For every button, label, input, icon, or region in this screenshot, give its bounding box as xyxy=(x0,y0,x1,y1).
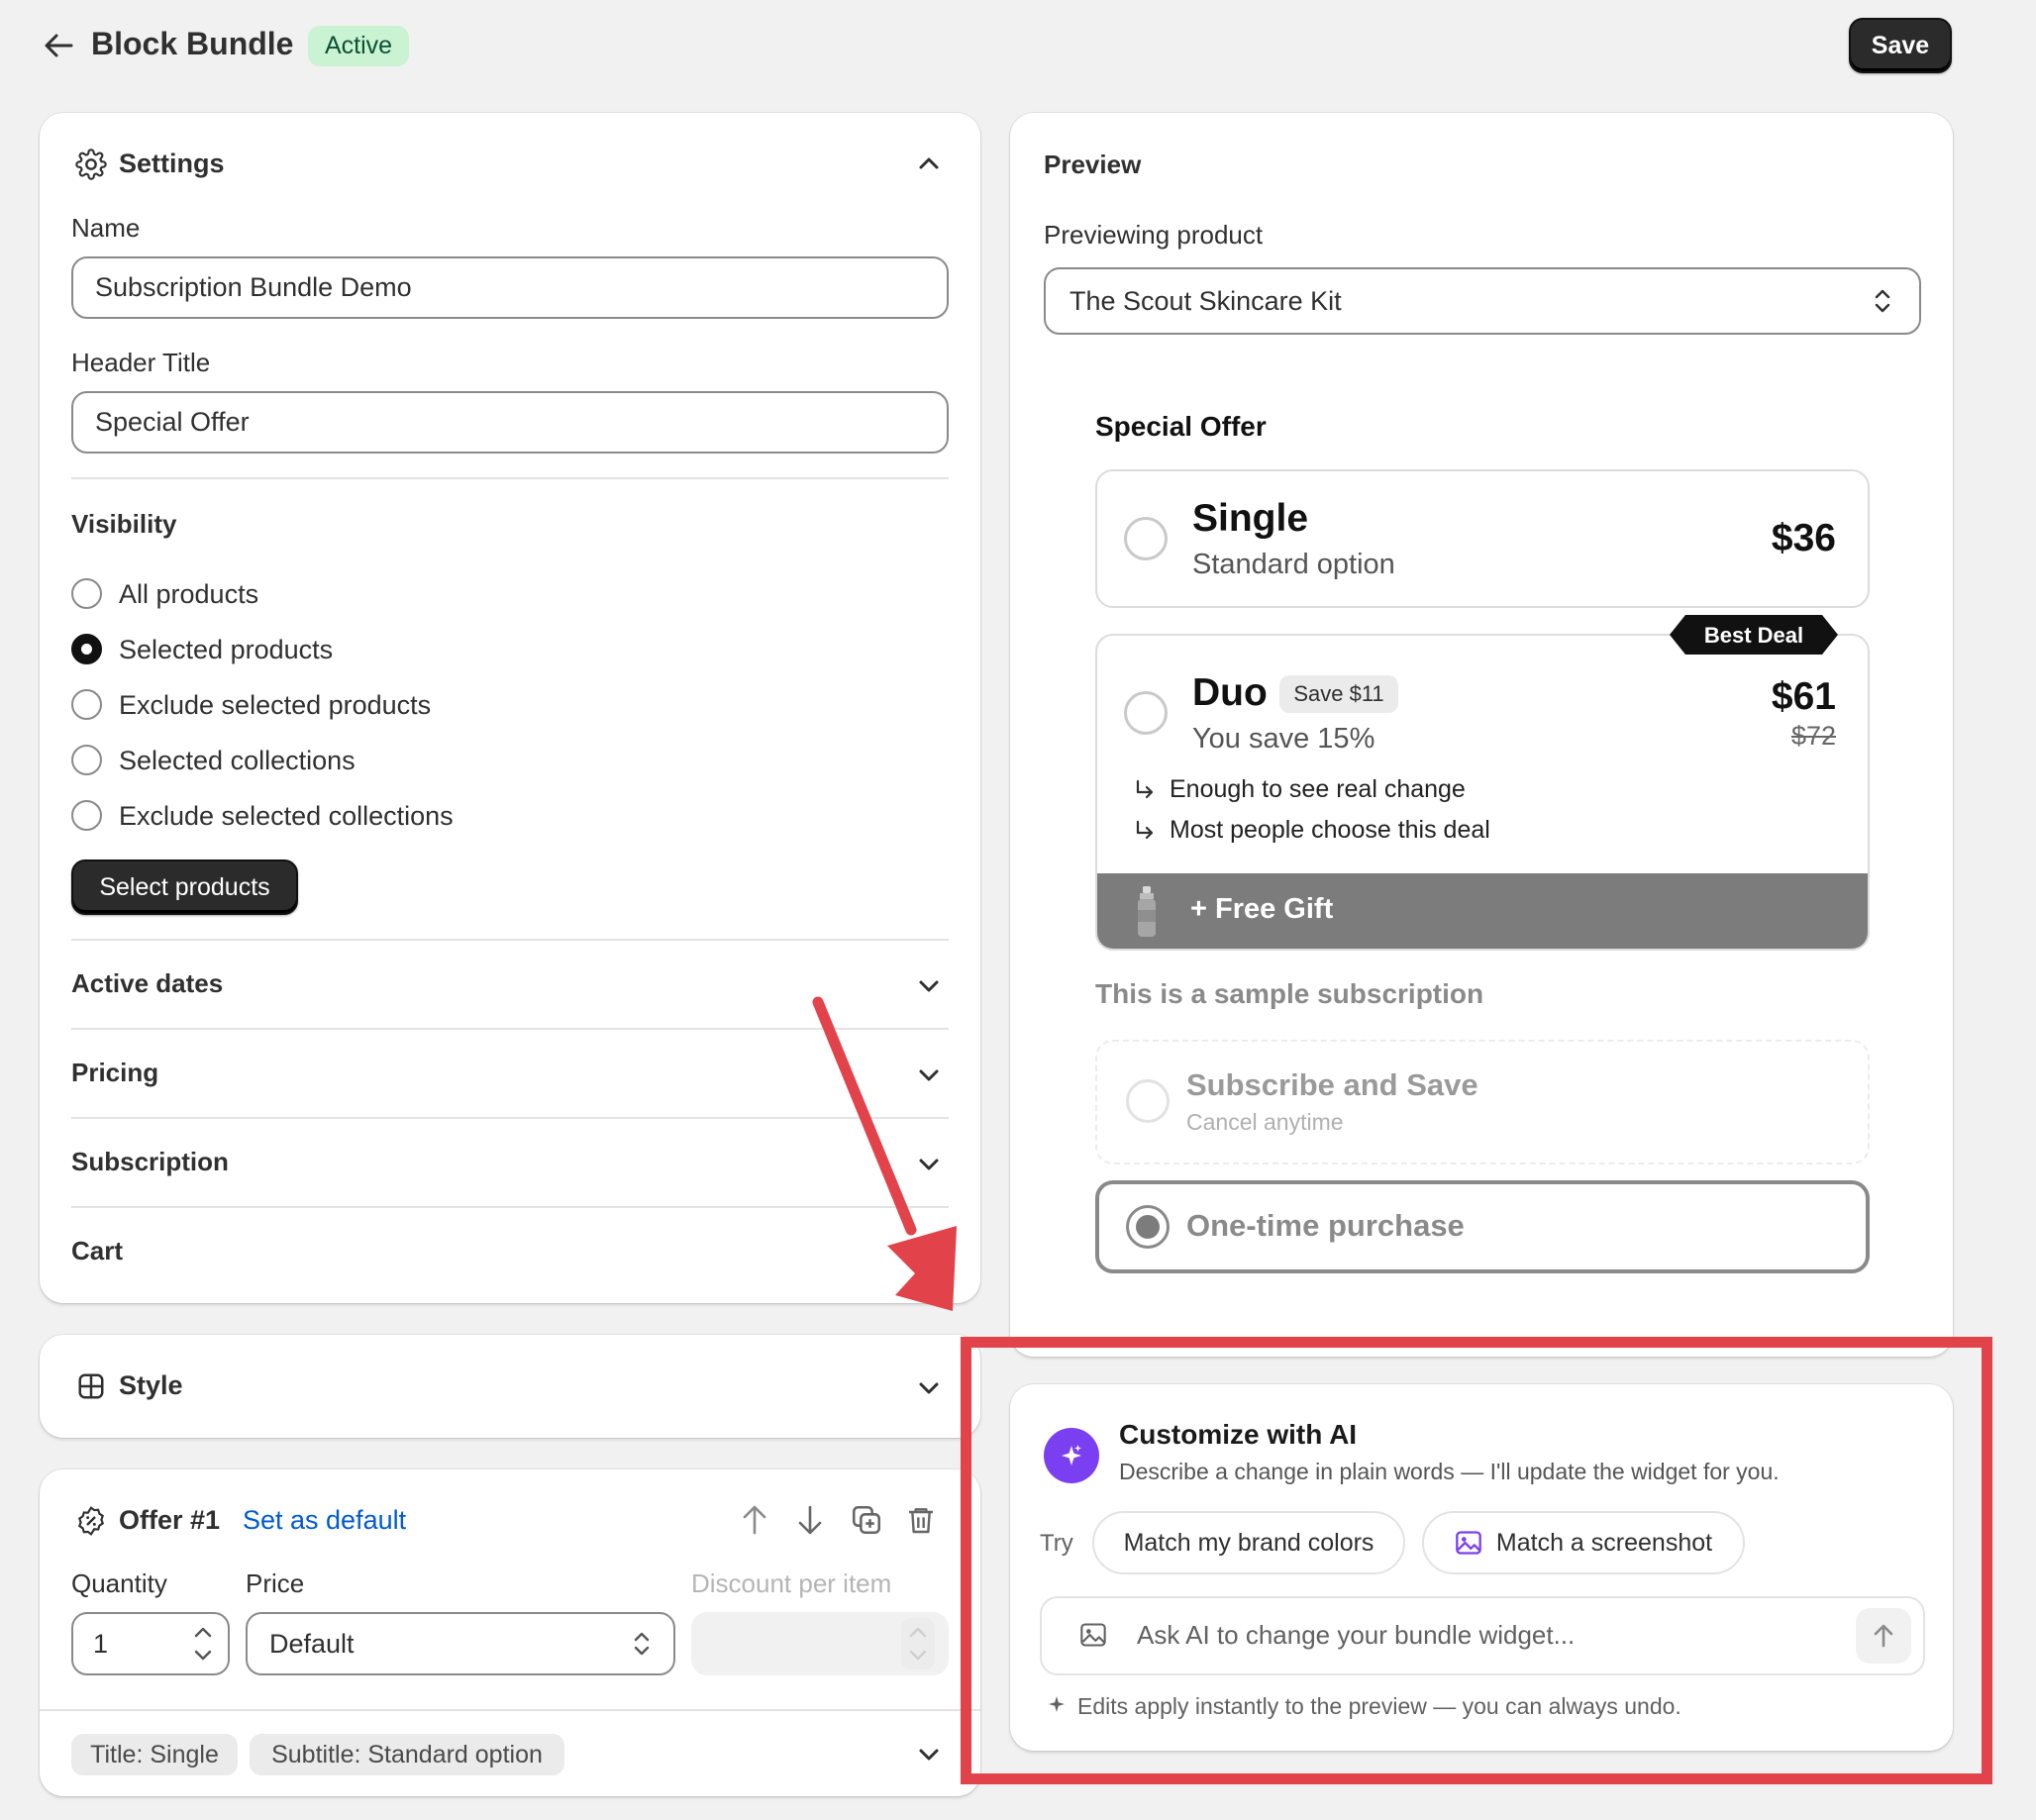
name-input[interactable]: Subscription Bundle Demo xyxy=(71,256,949,319)
duo-bullet: Enough to see real change xyxy=(1170,775,1466,803)
status-badge: Active xyxy=(308,26,410,66)
divider xyxy=(71,477,949,479)
delete-icon[interactable] xyxy=(905,1503,937,1537)
one-time-label: One-time purchase xyxy=(1186,1208,1465,1243)
settings-title: Settings xyxy=(119,149,225,178)
product-select[interactable]: The Scout Skincare Kit xyxy=(1044,267,1921,335)
move-down-icon[interactable] xyxy=(794,1503,826,1537)
offer-badge-icon xyxy=(75,1505,107,1537)
duplicate-icon[interactable] xyxy=(850,1503,883,1537)
divider xyxy=(40,1709,980,1711)
quantity-value: 1 xyxy=(93,1628,109,1659)
page-title: Block Bundle xyxy=(91,26,294,61)
title-tag: Title: Single xyxy=(71,1734,238,1775)
best-deal-badge: Best Deal xyxy=(1670,615,1838,655)
gift-bottle-icon xyxy=(1135,886,1159,938)
offer-heading: Special Offer xyxy=(1095,411,1267,442)
duo-bullet: Most people choose this deal xyxy=(1170,816,1490,844)
radio-label: Exclude selected products xyxy=(119,690,432,720)
radio-label: Selected collections xyxy=(119,746,356,775)
annotation-highlight-box xyxy=(961,1337,1992,1784)
radio-label: All products xyxy=(119,579,259,609)
single-option-title: Single xyxy=(1192,497,1309,540)
chevron-down-icon[interactable] xyxy=(917,1378,941,1398)
stepper-arrows-icon xyxy=(901,1618,935,1669)
subscribe-title: Subscribe and Save xyxy=(1186,1067,1478,1102)
single-option-radio[interactable] xyxy=(1124,517,1168,560)
radio-label: Exclude selected collections xyxy=(119,801,454,831)
radio-exclude-selected-products[interactable] xyxy=(71,689,102,720)
duo-compare-price: $72 xyxy=(1790,721,1836,751)
product-value: The Scout Skincare Kit xyxy=(1069,285,1342,316)
select-arrows-icon xyxy=(1871,285,1894,317)
previewing-label: Previewing product xyxy=(1044,220,1264,250)
radio-label: Selected products xyxy=(119,635,334,664)
one-time-radio[interactable] xyxy=(1126,1205,1170,1249)
subscribe-subtitle: Cancel anytime xyxy=(1186,1109,1344,1135)
select-arrows-icon xyxy=(630,1628,654,1660)
radio-all-products[interactable] xyxy=(71,578,102,609)
back-arrow-icon[interactable] xyxy=(44,32,73,59)
subscription-heading: This is a sample subscription xyxy=(1095,978,1484,1009)
chevron-down-icon[interactable] xyxy=(917,1745,941,1765)
price-select[interactable]: Default xyxy=(246,1612,675,1675)
price-label: Price xyxy=(246,1568,305,1598)
single-option-subtitle: Standard option xyxy=(1192,549,1395,580)
offer-title: Offer #1 xyxy=(119,1505,221,1535)
section-active-dates[interactable]: Active dates xyxy=(71,968,223,999)
subscribe-option-radio[interactable] xyxy=(1126,1079,1170,1123)
annotation-arrow xyxy=(812,996,957,1311)
header-title-label: Header Title xyxy=(71,348,211,377)
duo-option-price: $61 xyxy=(1771,675,1836,718)
visibility-label: Visibility xyxy=(71,509,177,539)
free-gift-label: + Free Gift xyxy=(1190,893,1334,925)
single-option-price: $36 xyxy=(1771,517,1836,559)
discount-label: Discount per item xyxy=(691,1568,892,1598)
radio-selected-products[interactable] xyxy=(71,634,102,664)
section-pricing[interactable]: Pricing xyxy=(71,1058,158,1088)
quantity-label: Quantity xyxy=(71,1568,167,1598)
gear-icon xyxy=(75,149,107,180)
layout-icon xyxy=(76,1371,106,1401)
set-default-link[interactable]: Set as default xyxy=(243,1505,406,1536)
arrow-return-icon xyxy=(1133,778,1157,802)
radio-selected-collections[interactable] xyxy=(71,745,102,775)
stepper-arrows-icon[interactable] xyxy=(186,1618,220,1669)
subtitle-tag: Subtitle: Standard option xyxy=(250,1734,564,1775)
price-value: Default xyxy=(269,1628,355,1659)
duo-option-radio[interactable] xyxy=(1124,691,1168,735)
arrow-return-icon xyxy=(1133,819,1157,843)
save-chip: Save $11 xyxy=(1279,675,1398,713)
select-products-button[interactable]: Select products xyxy=(71,859,298,915)
duo-option-title: Duo xyxy=(1192,671,1268,714)
save-button[interactable]: Save xyxy=(1849,18,1952,73)
header-title-input[interactable]: Special Offer xyxy=(71,391,949,454)
section-subscription[interactable]: Subscription xyxy=(71,1147,229,1177)
chevron-up-icon[interactable] xyxy=(917,153,941,173)
preview-title: Preview xyxy=(1044,150,1142,179)
section-cart[interactable]: Cart xyxy=(71,1236,123,1266)
move-up-icon[interactable] xyxy=(739,1503,770,1537)
duo-option-subtitle: You save 15% xyxy=(1192,723,1375,755)
name-label: Name xyxy=(71,213,141,243)
style-title: Style xyxy=(119,1370,183,1400)
divider xyxy=(71,939,949,941)
best-deal-label: Best Deal xyxy=(1703,623,1804,648)
radio-exclude-selected-collections[interactable] xyxy=(71,800,102,831)
